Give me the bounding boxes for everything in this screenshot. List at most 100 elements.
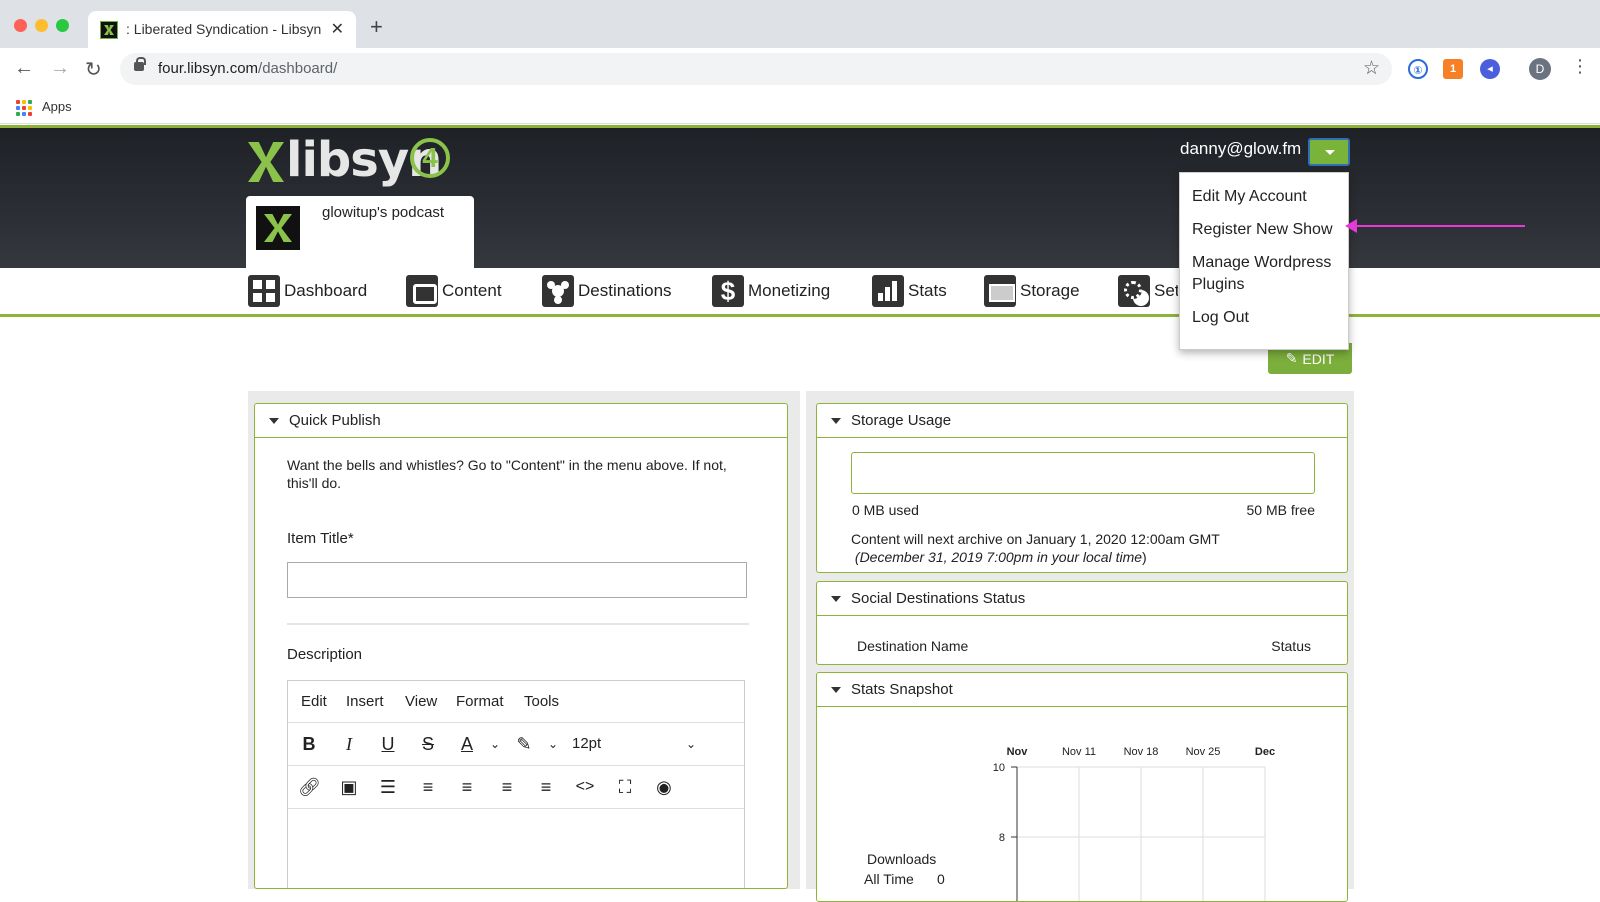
menu-item-register-new-show[interactable]: Register New Show (1192, 219, 1333, 241)
highlight-color-icon[interactable]: ✎ (513, 733, 535, 755)
archive-info: Content will next archive on January 1, … (851, 531, 1220, 565)
numbered-list-icon[interactable]: ≡ (417, 776, 439, 798)
font-size-select[interactable]: 12pt (572, 733, 601, 755)
menu-item-log-out[interactable]: Log Out (1192, 307, 1249, 329)
editor-menu-insert[interactable]: Insert (346, 693, 384, 710)
collapse-caret-icon[interactable] (269, 418, 279, 424)
browser-toolbar: ← → ↻ four.libsyn.com/dashboard/ ☆ ① 1 ◂ (0, 48, 1600, 90)
reload-icon[interactable]: ↻ (85, 57, 102, 82)
quick-publish-panel: Quick Publish Want the bells and whistle… (254, 403, 788, 889)
align-center-icon[interactable]: ≡ (496, 776, 518, 798)
all-time-value: 0 (937, 871, 945, 887)
y-tick-label: 10 (993, 762, 1005, 774)
strikethrough-icon[interactable]: S (417, 733, 439, 755)
annotation-arrow (1345, 219, 1525, 233)
minimize-window-icon[interactable] (35, 19, 48, 32)
image-icon[interactable]: ▣ (338, 776, 360, 798)
stats-snapshot-header[interactable]: Stats Snapshot (817, 673, 1347, 707)
bold-icon[interactable]: B (298, 733, 320, 755)
app-header: libsyn 4 glowitup's podcast danny@glow.f… (0, 125, 1600, 271)
x-tick-label: Nov 11 (1062, 746, 1096, 758)
item-title-input[interactable] (287, 562, 747, 598)
content-icon (406, 275, 438, 307)
editor-body[interactable] (288, 811, 744, 888)
text-color-icon[interactable]: A (456, 733, 478, 755)
collapse-caret-icon[interactable] (831, 418, 841, 424)
storage-usage-panel: Storage Usage 0 MB used 50 MB free Conte… (816, 403, 1348, 573)
apps-bookmark[interactable]: Apps (42, 99, 72, 114)
local-time: December 31, 2019 7:00pm in your local t… (859, 549, 1143, 565)
dollar-icon (712, 275, 744, 307)
nav-stats[interactable]: Stats (872, 275, 947, 307)
podcast-name: glowitup's podcast (322, 204, 445, 221)
profile-avatar[interactable]: D (1529, 58, 1551, 80)
back-icon[interactable]: ← (14, 57, 34, 80)
bookmark-star-icon[interactable]: ☆ (1363, 57, 1380, 80)
dashboard-icon (248, 275, 280, 307)
menu-item-edit-account[interactable]: Edit My Account (1192, 186, 1307, 208)
stats-icon (872, 275, 904, 307)
editor-menu-format[interactable]: Format (456, 693, 504, 710)
storage-free-text: 50 MB free (1246, 502, 1315, 518)
chevron-down-icon[interactable]: ⌄ (484, 733, 506, 755)
collapse-caret-icon[interactable] (831, 596, 841, 602)
forward-icon[interactable]: → (50, 57, 70, 80)
podcast-selector[interactable]: glowitup's podcast (246, 196, 474, 271)
fullscreen-icon[interactable]: ⛶ (614, 776, 636, 798)
preview-eye-icon[interactable]: ◉ (653, 776, 675, 798)
x-tick-label: Nov 18 (1124, 746, 1159, 758)
description-label: Description (287, 646, 363, 663)
x-tick-label: Nov (1007, 746, 1029, 758)
y-tick-label: 8 (999, 832, 1005, 844)
browser-tabbar: : Liberated Syndication - Libsyn ✕ + (0, 0, 1600, 48)
menu-item-manage-wordpress-plugins[interactable]: Manage Wordpress Plugins (1192, 252, 1342, 296)
downloads-label: Downloads (867, 851, 937, 867)
address-bar[interactable]: four.libsyn.com/dashboard/ ☆ (120, 53, 1392, 85)
extension-icon[interactable]: ◂ (1480, 59, 1500, 79)
chevron-down-icon[interactable]: ⌄ (542, 733, 564, 755)
nav-destinations[interactable]: Destinations (542, 275, 672, 307)
code-icon[interactable]: <> (574, 776, 596, 798)
font-size-chevron-icon[interactable]: ⌄ (680, 733, 702, 755)
editor-menu-view[interactable]: View (405, 693, 437, 710)
all-time-label: All Time (864, 871, 914, 887)
browser-menu-icon[interactable]: ⋮ (1571, 56, 1589, 77)
nav-storage[interactable]: Storage (984, 275, 1080, 307)
align-left-icon[interactable]: ≡ (456, 776, 478, 798)
user-menu-toggle[interactable] (1308, 138, 1350, 166)
main-nav: Dashboard Content Destinations Monetizin… (0, 268, 1600, 317)
quick-publish-intro: Want the bells and whistles? Go to "Cont… (287, 457, 727, 491)
collapse-caret-icon[interactable] (831, 687, 841, 693)
user-email: danny@glow.fm (1180, 139, 1302, 158)
underline-icon[interactable]: U (377, 733, 399, 755)
maximize-window-icon[interactable] (56, 19, 69, 32)
x-tick-label: Nov 25 (1186, 746, 1221, 758)
tab-close-icon[interactable]: ✕ (331, 19, 344, 39)
close-window-icon[interactable] (14, 19, 27, 32)
browser-tab-active[interactable]: : Liberated Syndication - Libsyn ✕ (88, 11, 356, 48)
social-destinations-header[interactable]: Social Destinations Status (817, 582, 1347, 616)
align-right-icon[interactable]: ≡ (535, 776, 557, 798)
password-manager-icon[interactable]: ① (1408, 59, 1428, 79)
italic-icon[interactable]: I (338, 733, 360, 755)
libsyn-favicon-icon (100, 21, 118, 39)
divider (287, 623, 749, 625)
link-icon[interactable]: 🔗︎ (298, 776, 321, 798)
apps-grid-icon[interactable] (16, 100, 32, 116)
storage-used-text: 0 MB used (852, 502, 919, 518)
nav-settings[interactable]: Settings (1118, 275, 1178, 307)
new-tab-icon[interactable]: + (370, 14, 383, 40)
quick-publish-header[interactable]: Quick Publish (255, 404, 787, 438)
storage-usage-header[interactable]: Storage Usage (817, 404, 1347, 438)
nav-dashboard[interactable]: Dashboard (248, 275, 367, 307)
bullet-list-icon[interactable]: ☰ (377, 776, 399, 798)
hubspot-extension-icon[interactable]: 1 (1443, 59, 1463, 79)
item-title-label: Item Title* (287, 530, 354, 547)
nav-monetizing[interactable]: Monetizing (712, 275, 830, 307)
editor-menu-tools[interactable]: Tools (524, 693, 559, 710)
podcast-artwork (256, 206, 300, 250)
editor-menu-edit[interactable]: Edit (301, 693, 327, 710)
column-destination-name: Destination Name (857, 638, 969, 654)
nav-content[interactable]: Content (406, 275, 502, 307)
user-dropdown-menu: Edit My Account Register New Show Manage… (1179, 172, 1349, 350)
